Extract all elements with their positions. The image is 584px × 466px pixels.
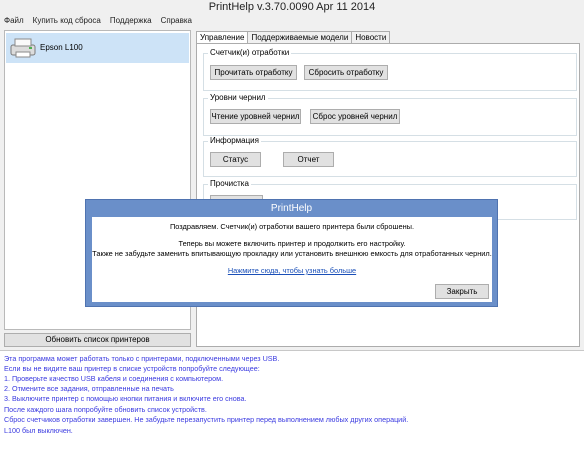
log-line: 2. Отмените все задания, отправленные на… bbox=[4, 384, 174, 393]
menu-support[interactable]: Поддержка bbox=[110, 16, 152, 28]
menu-bar: Файл Купить код сброса Поддержка Справка bbox=[4, 16, 192, 28]
reset-success-dialog: PrintHelp Поздравляем. Счетчик(и) отрабо… bbox=[85, 199, 498, 307]
printer-list-item[interactable]: Epson L100 bbox=[6, 33, 189, 63]
log-line: 1. Проверьте качество USB кабеля и соеди… bbox=[4, 374, 224, 383]
dialog-message: Также не забудьте заменить впитывающую п… bbox=[92, 249, 492, 258]
read-waste-button[interactable]: Прочитать отработку bbox=[210, 65, 297, 80]
dialog-message: Поздравляем. Счетчик(и) отработки вашего… bbox=[169, 222, 415, 231]
dialog-body: Поздравляем. Счетчик(и) отработки вашего… bbox=[92, 217, 492, 302]
tab-strip: Управление Поддерживаемые модели Новости bbox=[196, 31, 391, 45]
window-title: PrintHelp v.3.70.0090 Apr 11 2014 bbox=[208, 1, 376, 13]
waste-counter-group: Счетчик(и) отработки Прочитать отработку… bbox=[203, 48, 577, 91]
reset-ink-button[interactable]: Сброс уровней чернил bbox=[310, 109, 400, 124]
menu-help[interactable]: Справка bbox=[161, 16, 192, 28]
reset-waste-button[interactable]: Сбросить отработку bbox=[304, 65, 388, 80]
refresh-printers-button[interactable]: Обновить список принтеров bbox=[4, 333, 191, 347]
title-bar: PrintHelp v.3.70.0090 Apr 11 2014 Файл К… bbox=[0, 0, 584, 30]
ink-levels-title: Уровни чернил bbox=[208, 93, 268, 102]
learn-more-link[interactable]: Нажмите сюда, чтобы узнать больше bbox=[228, 266, 356, 275]
printer-icon bbox=[10, 38, 36, 58]
ink-levels-group: Уровни чернил Чтение уровней чернил Сбро… bbox=[203, 93, 577, 136]
menu-file[interactable]: Файл bbox=[4, 16, 24, 28]
printer-name: Epson L100 bbox=[40, 43, 83, 52]
waste-counter-title: Счетчик(и) отработки bbox=[208, 48, 292, 57]
info-group: Информация Статус Отчет bbox=[203, 136, 577, 177]
menu-buy-code[interactable]: Купить код сброса bbox=[33, 16, 101, 28]
dialog-title: PrintHelp bbox=[270, 203, 313, 214]
read-ink-button[interactable]: Чтение уровней чернил bbox=[210, 109, 301, 124]
close-button[interactable]: Закрыть bbox=[435, 284, 489, 299]
log-line: Эта программа может работать только с пр… bbox=[4, 354, 280, 363]
dialog-message: Теперь вы можете включить принтер и прод… bbox=[178, 239, 406, 248]
log-line: 3. Выключите принтер с помощью кнопки пи… bbox=[4, 394, 247, 403]
cleaning-title: Прочистка bbox=[208, 179, 251, 188]
log-area[interactable]: Эта программа может работать только с пр… bbox=[0, 350, 584, 466]
info-title: Информация bbox=[208, 136, 261, 145]
report-button[interactable]: Отчет bbox=[283, 152, 334, 167]
log-line: Сброс счетчиков отработки завершен. Не з… bbox=[4, 415, 409, 424]
log-line: L100 был выключен. bbox=[4, 426, 73, 435]
log-line: Если вы не видите ваш принтер в списке у… bbox=[4, 364, 260, 373]
status-button[interactable]: Статус bbox=[210, 152, 261, 167]
log-line: После каждого шага попробуйте обновить с… bbox=[4, 405, 207, 414]
